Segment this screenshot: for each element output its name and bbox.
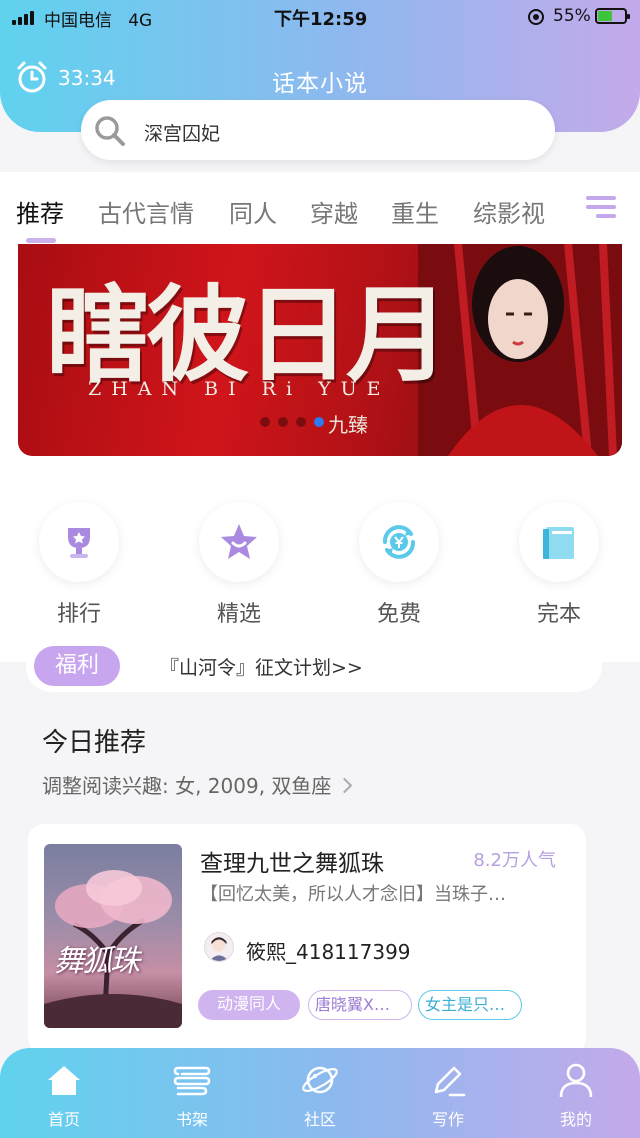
welfare-link[interactable]: 『山河令』征文计划>> (160, 653, 363, 680)
nav-write[interactable]: 写作 (408, 1062, 488, 1130)
book-icon (543, 527, 574, 559)
user-icon (559, 1063, 593, 1098)
carousel-dot (260, 417, 270, 427)
bottom-navigation: 首页 书架 社区 写作 我的 (0, 1048, 640, 1138)
welfare-badge: 福利 (34, 646, 120, 686)
interest-adjust-link[interactable]: 调整阅读兴趣: 女, 2009, 双鱼座 (42, 770, 353, 799)
app-title: 话本小说 (272, 71, 368, 97)
carousel-dot-active (314, 417, 324, 427)
carousel-dot (278, 417, 288, 427)
star-icon (221, 524, 257, 559)
featured-button[interactable]: 精选 (199, 502, 279, 628)
ranking-button[interactable]: 排行 (39, 502, 119, 628)
author-name: 筱熙_418117399 (246, 940, 411, 964)
free-label: 免费 (376, 602, 421, 627)
author-avatar (204, 932, 234, 962)
tab-film-tv[interactable]: 综影视 (473, 194, 545, 229)
banner-section: 瞎彼日月 ZHAN BI Ri YUE 九臻 (0, 244, 640, 502)
rotation-lock-icon (528, 9, 544, 25)
book-tag[interactable]: 女主是只九… (418, 990, 522, 1020)
planet-icon (302, 1066, 338, 1094)
trophy-icon (68, 528, 90, 558)
completed-label: 完本 (536, 602, 581, 627)
carousel-dot (296, 417, 306, 427)
tab-fanfiction[interactable]: 同人 (229, 194, 277, 229)
carousel-dots (260, 417, 324, 427)
nav-community[interactable]: 社区 (280, 1062, 360, 1130)
pen-icon (434, 1066, 466, 1097)
tab-ancient-romance[interactable]: 古代言情 (98, 194, 194, 229)
promo-banner[interactable]: 瞎彼日月 ZHAN BI Ri YUE 九臻 (18, 244, 622, 456)
home-icon (48, 1066, 80, 1095)
bookshelf-icon (173, 1066, 211, 1096)
status-time: 下午12:59 (274, 9, 368, 30)
completed-button[interactable]: 完本 (519, 502, 599, 628)
welfare-strip[interactable]: 福利 『山河令』征文计划>> (26, 640, 602, 692)
active-tab-indicator (26, 238, 56, 243)
tab-time-travel[interactable]: 穿越 (310, 194, 358, 229)
book-tag[interactable]: 动漫同人 (198, 990, 300, 1020)
tab-rebirth[interactable]: 重生 (391, 194, 439, 229)
free-button[interactable]: 免费 (359, 502, 439, 628)
banner-character-image (418, 244, 622, 456)
book-popularity: 8.2万人气 (473, 850, 556, 871)
book-cover: 舞狐珠 (44, 844, 182, 1028)
signal-icon (12, 11, 34, 25)
carrier-label: 中国电信 4G (44, 11, 153, 31)
category-menu-icon[interactable] (584, 190, 618, 224)
featured-label: 精选 (216, 602, 261, 627)
section-title: 今日推荐 (42, 728, 147, 758)
quick-links: 排行 精选 免费 完本 (0, 502, 640, 662)
nav-home[interactable]: 首页 (24, 1062, 104, 1130)
battery-percent: 55% (553, 6, 591, 26)
search-bar[interactable]: 深宫囚妃 (81, 100, 555, 160)
battery-icon (595, 8, 630, 24)
nav-bookshelf[interactable]: 书架 (152, 1062, 232, 1130)
book-tag[interactable]: 唐晓翼X自… (308, 990, 412, 1020)
search-icon (95, 116, 125, 146)
book-title: 查理九世之舞狐珠 (200, 851, 384, 877)
search-placeholder: 深宫囚妃 (144, 123, 221, 145)
banner-brand: 九臻 (328, 413, 368, 437)
nav-mine[interactable]: 我的 (536, 1062, 616, 1130)
yen-cycle-icon (383, 525, 415, 559)
ranking-label: 排行 (56, 602, 101, 627)
banner-subtitle: ZHAN BI Ri YUE (88, 378, 391, 400)
status-bar: 中国电信 4G 下午12:59 55% (0, 0, 640, 34)
cover-title: 舞狐珠 (54, 944, 140, 979)
chevron-right-icon (337, 777, 353, 794)
tab-recommend[interactable]: 推荐 (16, 194, 64, 229)
category-tabs: 推荐 古代言情 同人 穿越 重生 综影视 (0, 172, 640, 244)
book-description: 【回忆太美，所以人才念旧】当珠子… (200, 884, 506, 905)
book-card[interactable]: 舞狐珠 查理九世之舞狐珠 8.2万人气 【回忆太美，所以人才念旧】当珠子… 筱熙… (28, 824, 586, 1054)
